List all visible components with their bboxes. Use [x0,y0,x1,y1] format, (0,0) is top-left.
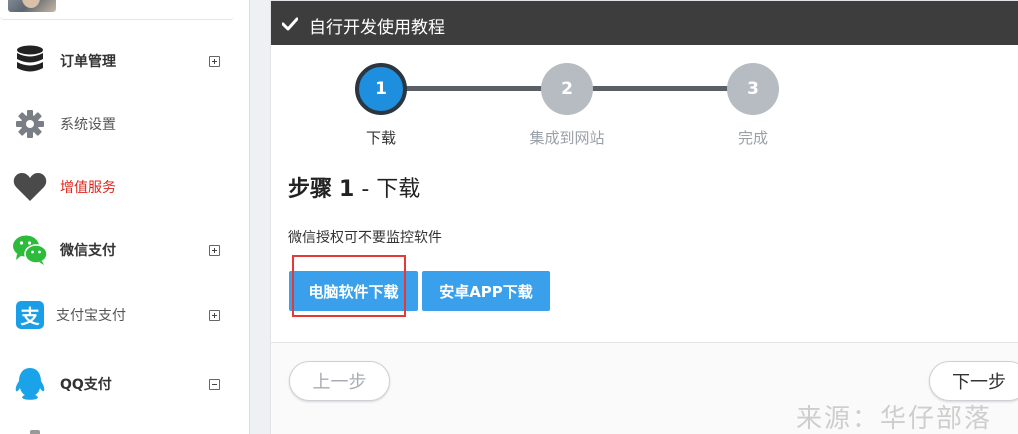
sidebar-item-wechat-pay[interactable]: 微信支付 [0,225,250,275]
step-connector [401,86,545,91]
step-heading: 步骤 1 - 下载 [288,171,420,203]
check-icon [281,16,299,31]
step-1-label: 下载 [365,129,396,147]
sidebar-item-label: 支付宝支付 [56,308,126,324]
prev-step-button[interactable]: 上一步 [289,361,390,401]
step-2-circle[interactable]: 2 [541,63,593,115]
step-2-label: 集成到网站 [529,129,605,147]
sidebar-item-label: 微信支付 [60,243,116,259]
alipay-icon: 支 [12,297,48,333]
gear-icon [12,106,48,142]
avatar[interactable] [8,0,56,12]
sidebar-item-label: 订单管理 [60,54,116,70]
sidebar-item-alipay[interactable]: 支 支付宝支付 [0,290,250,340]
step-heading-number: 1 [339,177,355,202]
svg-text:支: 支 [19,306,40,328]
sidebar-item-settings[interactable]: 系统设置 [0,99,250,149]
step-3-label: 完成 [737,129,768,147]
collapse-icon[interactable] [209,378,220,390]
sidebar-item-label: QQ支付 [60,377,112,393]
wechat-icon [12,232,48,268]
qq-penguin-icon [12,366,48,402]
sidebar-item-orders[interactable]: 订单管理 [0,36,250,86]
database-icon [12,43,48,79]
pc-download-button[interactable]: 电脑软件下载 [289,271,418,311]
step-3-circle[interactable]: 3 [727,63,779,115]
sidebar: 订单管理 系统设置 增值服务 微信支付 支 支付宝支付 QQ支付 [0,0,250,434]
next-item-icon [30,430,40,434]
sidebar-item-label: 系统设置 [60,117,116,133]
sidebar-item-value-added[interactable]: 增值服务 [0,162,250,212]
expand-icon[interactable] [209,244,220,256]
next-step-button[interactable]: 下一步 [929,361,1018,401]
tutorial-panel: 自行开发使用教程 1 2 3 下载 集成到网站 完成 步骤 1 - 下载 微信授… [270,0,1018,434]
step-connector [587,86,731,91]
step-heading-prefix: 步骤 [288,177,333,202]
expand-icon[interactable] [209,55,220,67]
panel-title: 自行开发使用教程 [309,18,445,38]
step-description: 微信授权可不要监控软件 [288,230,442,246]
step-heading-suffix: - 下载 [361,177,421,202]
android-download-button[interactable]: 安卓APP下载 [422,271,550,311]
heart-icon [12,169,48,205]
expand-icon[interactable] [209,309,220,321]
panel-header: 自行开发使用教程 [271,1,1018,45]
sidebar-item-label: 增值服务 [60,180,116,196]
watermark: 来源：华仔部落 [796,404,993,434]
user-card [0,0,234,20]
step-1-circle[interactable]: 1 [355,63,407,115]
sidebar-item-qq-pay[interactable]: QQ支付 [0,359,250,409]
